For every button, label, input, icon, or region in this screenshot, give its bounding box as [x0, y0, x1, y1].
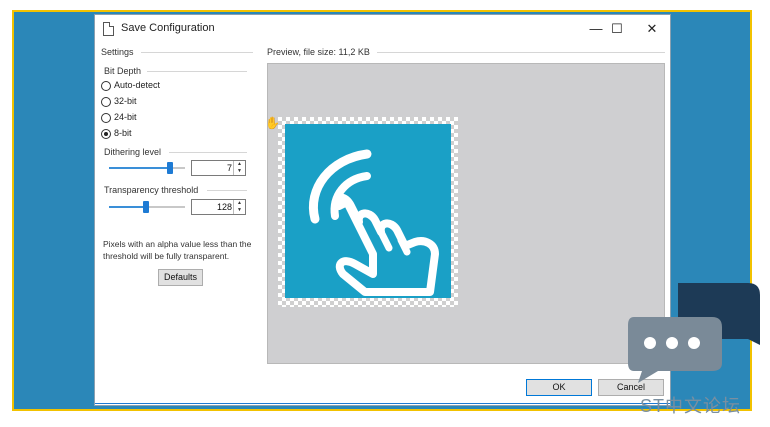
bit-depth-label: Bit Depth — [104, 66, 142, 76]
dithering-level-label: Dithering level — [104, 147, 162, 157]
radio-label: 24-bit — [114, 112, 137, 122]
radio-button[interactable] — [101, 97, 111, 107]
watermark-text: ST中文论坛 — [640, 396, 742, 416]
transparency-slider-thumb[interactable] — [143, 201, 149, 213]
title-bar: Save Configuration — ☐ ✕ — [95, 15, 670, 43]
radio-label: Auto-detect — [114, 80, 161, 90]
stepper-buttons: ▲ ▼ — [233, 161, 245, 175]
stepper-up-icon[interactable]: ▲ — [234, 161, 245, 168]
close-button[interactable]: ✕ — [640, 19, 664, 39]
document-icon — [103, 22, 114, 36]
footer-divider — [95, 403, 670, 404]
preview-label: Preview, file size: 11,2 KB — [267, 47, 370, 57]
transparency-threshold-label: Transparency threshold — [104, 185, 199, 195]
stepper-down-icon[interactable]: ▼ — [234, 168, 245, 175]
radio-label: 32-bit — [114, 96, 137, 106]
transparency-note: Pixels with an alpha value less than the… — [103, 239, 252, 261]
transparency-threshold-value: 128 — [216, 202, 232, 212]
radio-button[interactable] — [101, 113, 111, 123]
ok-button[interactable]: OK — [526, 379, 592, 396]
preview-image — [285, 124, 451, 298]
dithering-slider-thumb[interactable] — [167, 162, 173, 174]
stepper-down-icon[interactable]: ▼ — [234, 207, 245, 214]
stepper-buttons: ▲ ▼ — [233, 200, 245, 214]
dithering-slider-fill — [109, 167, 167, 169]
dithering-level-value: 7 — [226, 163, 232, 173]
preview-divider — [377, 52, 665, 53]
window-title: Save Configuration — [121, 22, 215, 34]
radio-button[interactable] — [101, 81, 111, 91]
settings-label: Settings — [101, 47, 134, 57]
radio-label: 8-bit — [114, 128, 132, 138]
stepper-up-icon[interactable]: ▲ — [234, 200, 245, 207]
bit-depth-divider — [147, 71, 247, 72]
defaults-button[interactable]: Defaults — [158, 269, 203, 286]
touch-hand-icon — [309, 149, 439, 296]
dithering-level-stepper[interactable]: 7 ▲ ▼ — [191, 160, 246, 176]
hand-cursor-icon: ✋ — [265, 116, 280, 130]
radio-button-selected[interactable] — [101, 129, 111, 139]
transparency-divider — [207, 190, 247, 191]
chat-bubbles-icon — [628, 283, 760, 383]
dithering-divider — [169, 152, 247, 153]
settings-divider — [141, 52, 253, 53]
maximize-button[interactable]: ☐ — [605, 19, 629, 39]
transparency-slider-fill — [109, 206, 144, 208]
transparency-threshold-stepper[interactable]: 128 ▲ ▼ — [191, 199, 246, 215]
